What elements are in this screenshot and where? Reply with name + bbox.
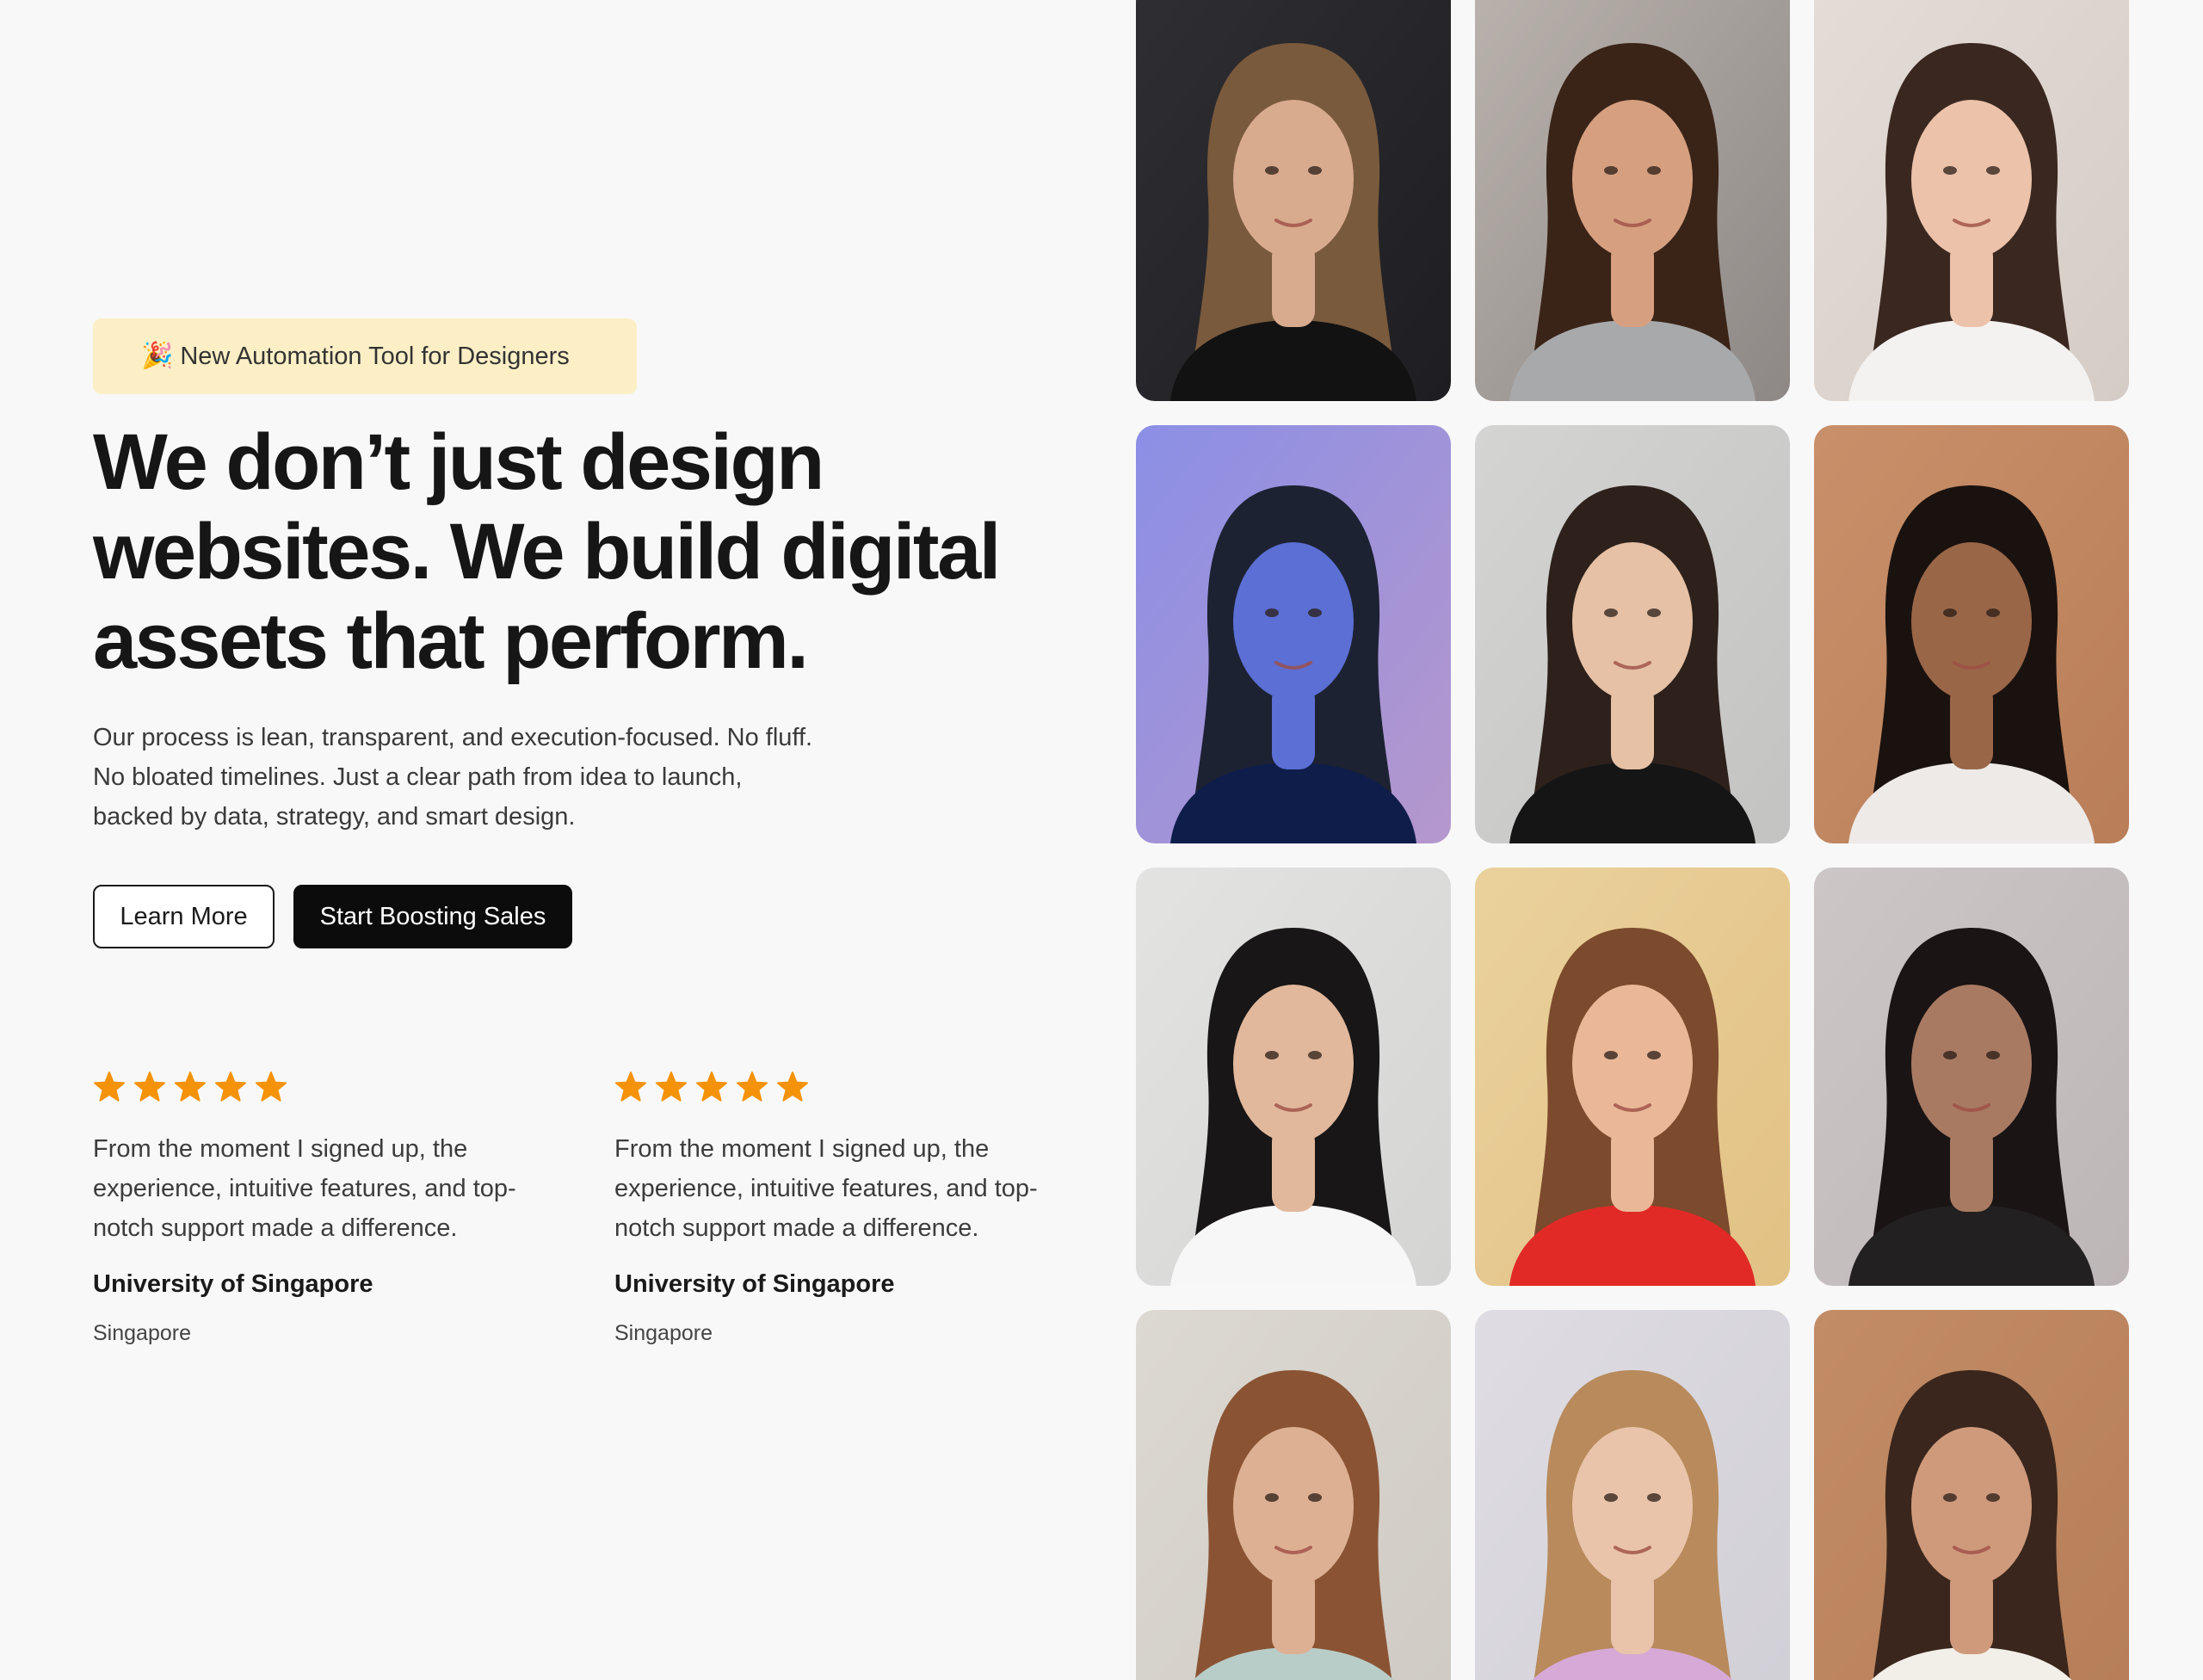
learn-more-button[interactable]: Learn More [93, 885, 275, 948]
party-popper-icon: 🎉 [141, 342, 174, 370]
star-icon [215, 1072, 246, 1102]
testimonial-organization: University of Singapore [614, 1270, 895, 1298]
star-icon [94, 1072, 125, 1102]
announcement-badge[interactable]: 🎉 New Automation Tool for Designers [93, 318, 637, 394]
portrait-photo [1814, 425, 2129, 843]
testimonial-location: Singapore [93, 1321, 191, 1345]
landing-page: 🎉 New Automation Tool for Designers We d… [0, 0, 2203, 1680]
portrait-photo [1475, 1310, 1790, 1680]
testimonial-quote: From the moment I signed up, the experie… [93, 1135, 516, 1242]
portrait-photo [1475, 0, 1790, 401]
star-icon [737, 1072, 768, 1102]
hero-headline: We don’t just design websites. We build … [93, 418, 1001, 685]
portrait-photo [1136, 425, 1451, 843]
star-icon [615, 1072, 646, 1102]
portrait-photo [1475, 868, 1790, 1286]
star-rating [614, 1071, 1096, 1105]
testimonial-location: Singapore [614, 1321, 713, 1345]
badge-text: New Automation Tool for Designers [180, 342, 570, 370]
star-icon [777, 1072, 808, 1102]
portrait-photo [1136, 0, 1451, 401]
star-icon [696, 1072, 727, 1102]
start-boosting-sales-button[interactable]: Start Boosting Sales [293, 885, 572, 948]
portrait-photo [1475, 425, 1790, 843]
portrait-photo [1136, 1310, 1451, 1680]
star-icon [134, 1072, 165, 1102]
testimonial-organization: University of Singapore [93, 1270, 373, 1298]
portrait-photo [1814, 1310, 2129, 1680]
testimonial-quote: From the moment I signed up, the experie… [614, 1135, 1038, 1242]
portrait-photo [1814, 868, 2129, 1286]
star-icon [175, 1072, 206, 1102]
star-icon [256, 1072, 287, 1102]
testimonial-card: From the moment I signed up, the experie… [93, 1071, 575, 1346]
hero-subtext: Our process is lean, transparent, and ex… [93, 724, 813, 831]
portrait-photo [1136, 868, 1451, 1286]
star-icon [656, 1072, 687, 1102]
portrait-photo [1814, 0, 2129, 401]
testimonial-card: From the moment I signed up, the experie… [614, 1071, 1096, 1346]
star-rating [93, 1071, 575, 1105]
